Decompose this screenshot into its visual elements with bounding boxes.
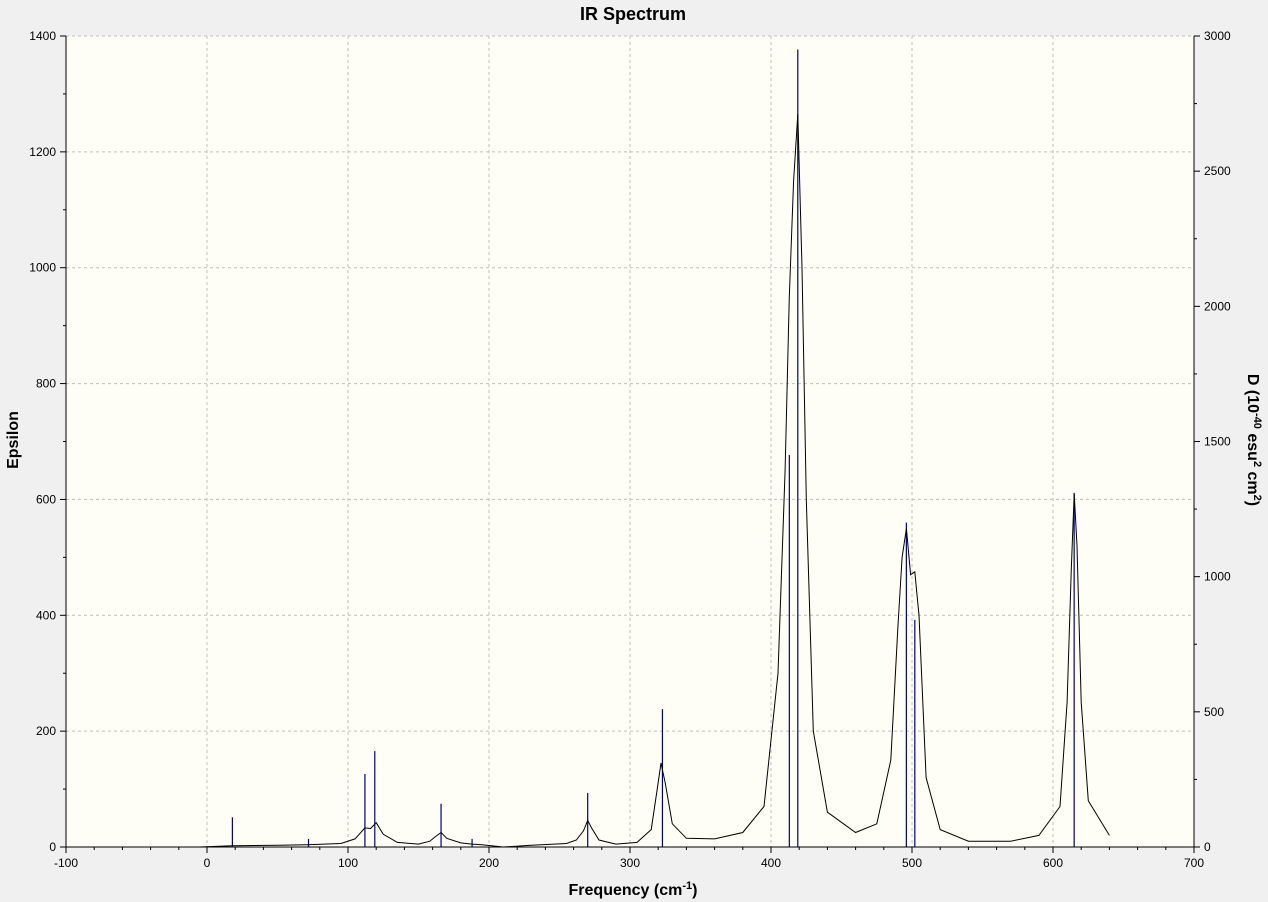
x-tick-label: 100 — [338, 856, 358, 870]
chart-canvas: -100 0 100 200 300 400 500 600 70002004006008001… — [5, 4, 1263, 899]
y-left-tick-label: 0 — [49, 840, 56, 854]
y-left-tick-label: 1000 — [29, 261, 56, 275]
x-tick-label: 600 — [1043, 856, 1063, 870]
y-right-tick-label: 1500 — [1204, 435, 1231, 449]
y-axis-right-title: D (10-40 esu2 cm2) — [1244, 374, 1263, 506]
y-left-tick-label: 400 — [36, 608, 56, 622]
x-tick-label: -100 — [54, 856, 78, 870]
x-tick-label: 0 — [204, 856, 211, 870]
y-left-tick-label: 800 — [36, 377, 56, 391]
y-axis-left-title: Epsilon — [5, 411, 22, 469]
x-tick-label: 700 — [1184, 856, 1204, 870]
chart-title: IR Spectrum — [580, 4, 686, 24]
y-right-tick-label: 3000 — [1204, 29, 1231, 43]
x-tick-label: 400 — [761, 856, 781, 870]
y-right-tick-label: 0 — [1204, 840, 1211, 854]
ir-spectrum-chart: -100 0 100 200 300 400 500 600 700 0 200 400 600 800 1… — [0, 0, 1268, 902]
x-tick-label: 200 — [479, 856, 499, 870]
y-right-tick-label: 500 — [1204, 705, 1224, 719]
y-right-tick-label: 2500 — [1204, 164, 1231, 178]
y-left-tick-label: 1400 — [29, 29, 56, 43]
y-left-tick-label: 600 — [36, 492, 56, 506]
y-left-tick-label: 200 — [36, 724, 56, 738]
y-left-tick-label: 1200 — [29, 145, 56, 159]
y-right-tick-label: 2000 — [1204, 299, 1231, 313]
x-tick-label: 300 — [620, 856, 640, 870]
x-tick-label: 500 — [902, 856, 922, 870]
x-axis-title: Frequency (cm-1) — [569, 880, 698, 899]
y-right-tick-label: 1000 — [1204, 570, 1231, 584]
